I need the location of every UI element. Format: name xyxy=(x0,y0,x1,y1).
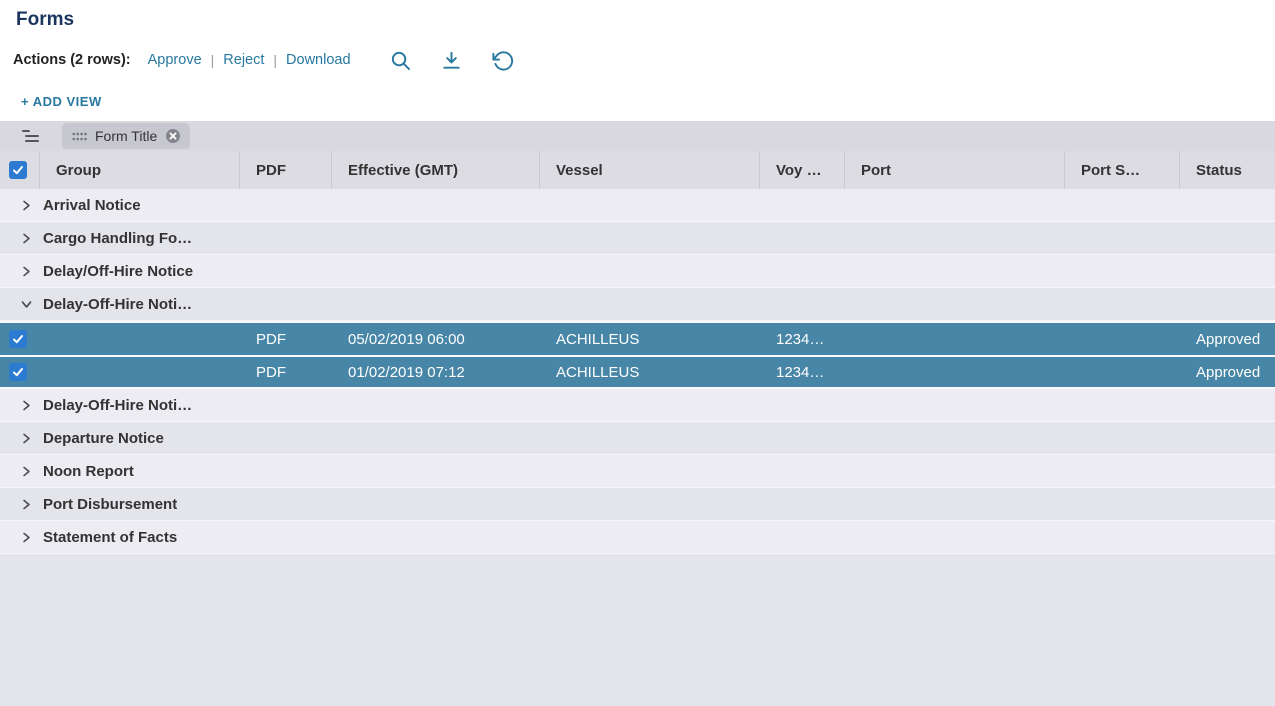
status-cell: Approved xyxy=(1180,357,1275,387)
group-row-label: Statement of Facts xyxy=(43,529,177,546)
group-row-label: Port Disbursement xyxy=(43,496,177,513)
group-row-label: Arrival Notice xyxy=(43,197,141,214)
separator: | xyxy=(273,52,277,68)
group-by-bar: Form Title xyxy=(0,121,1275,151)
col-group[interactable]: Group xyxy=(40,151,240,189)
grouping-icon[interactable] xyxy=(22,128,40,144)
form-row[interactable]: PDF 05/02/2019 06:00 ACHILLEUS 1234… App… xyxy=(0,321,1275,355)
voyage-cell: 1234… xyxy=(760,357,845,387)
vessel-cell: ACHILLEUS xyxy=(540,323,760,355)
group-row-port-disbursement[interactable]: Port Disbursement xyxy=(0,488,1275,521)
row-group-cell xyxy=(40,357,240,387)
group-row-delay-off-hire-noti-expanded[interactable]: Delay-Off-Hire Noti… xyxy=(0,288,1275,321)
effective-cell: 01/02/2019 07:12 xyxy=(332,357,540,387)
chevron-right-icon[interactable] xyxy=(18,397,34,413)
group-row-label: Departure Notice xyxy=(43,430,164,447)
form-row[interactable]: PDF 01/02/2019 07:12 ACHILLEUS 1234… App… xyxy=(0,355,1275,389)
group-row-cargo-handling[interactable]: Cargo Handling Fo… xyxy=(0,222,1275,255)
separator: | xyxy=(211,52,215,68)
table-header: Group PDF Effective (GMT) Vessel Voy … P… xyxy=(0,151,1275,189)
group-row-label: Delay-Off-Hire Noti… xyxy=(43,397,192,414)
chevron-right-icon[interactable] xyxy=(18,463,34,479)
group-row-label: Noon Report xyxy=(43,463,134,480)
download-button[interactable]: Download xyxy=(286,52,351,68)
status-cell: Approved xyxy=(1180,323,1275,355)
group-chip-form-title[interactable]: Form Title xyxy=(62,123,190,149)
chevron-right-icon[interactable] xyxy=(18,263,34,279)
col-port[interactable]: Port xyxy=(845,151,1065,189)
row-group-cell xyxy=(40,323,240,355)
col-voyage[interactable]: Voy … xyxy=(760,151,845,189)
group-row-departure-notice[interactable]: Departure Notice xyxy=(0,422,1275,455)
vessel-cell: ACHILLEUS xyxy=(540,357,760,387)
group-row-label: Delay/Off-Hire Notice xyxy=(43,263,193,280)
toolbar-icons xyxy=(389,48,515,72)
empty-area xyxy=(0,554,1275,706)
chip-remove-icon[interactable] xyxy=(165,128,181,144)
search-icon[interactable] xyxy=(389,48,413,72)
approve-button[interactable]: Approve xyxy=(148,52,202,68)
download-icon[interactable] xyxy=(440,48,464,72)
chevron-down-icon[interactable] xyxy=(18,296,34,312)
chevron-right-icon[interactable] xyxy=(18,430,34,446)
row-select-cell xyxy=(0,357,40,387)
drag-handle-icon[interactable] xyxy=(72,132,87,141)
group-row-statement-of-facts[interactable]: Statement of Facts xyxy=(0,521,1275,554)
actions-label: Actions (2 rows): xyxy=(13,52,131,68)
col-pdf[interactable]: PDF xyxy=(240,151,332,189)
group-row-label: Delay-Off-Hire Noti… xyxy=(43,296,192,313)
chevron-right-icon[interactable] xyxy=(18,529,34,545)
col-status[interactable]: Status xyxy=(1180,151,1275,189)
forms-page: Forms Actions (2 rows): Approve | Reject… xyxy=(0,0,1275,706)
voyage-cell: 1234… xyxy=(760,323,845,355)
add-view-button[interactable]: + ADD VIEW xyxy=(21,93,1275,111)
pdf-link[interactable]: PDF xyxy=(240,357,332,387)
port-status-cell xyxy=(1065,357,1180,387)
select-all-cell xyxy=(0,151,40,189)
page-title: Forms xyxy=(16,9,1275,31)
col-vessel[interactable]: Vessel xyxy=(540,151,760,189)
undo-icon[interactable] xyxy=(491,48,515,72)
select-all-checkbox[interactable] xyxy=(9,161,27,179)
chevron-right-icon[interactable] xyxy=(18,197,34,213)
group-row-noon-report[interactable]: Noon Report xyxy=(0,455,1275,488)
group-row-label: Cargo Handling Fo… xyxy=(43,230,192,247)
effective-cell: 05/02/2019 06:00 xyxy=(332,323,540,355)
chevron-right-icon[interactable] xyxy=(18,496,34,512)
group-chip-label: Form Title xyxy=(95,128,157,144)
pdf-link[interactable]: PDF xyxy=(240,323,332,355)
row-checkbox[interactable] xyxy=(9,330,27,348)
group-row-arrival-notice[interactable]: Arrival Notice xyxy=(0,189,1275,222)
col-port-status[interactable]: Port S… xyxy=(1065,151,1180,189)
actions-bar: Actions (2 rows): Approve | Reject | Dow… xyxy=(13,47,1275,73)
group-row-delay-off-hire-notice[interactable]: Delay/Off-Hire Notice xyxy=(0,255,1275,288)
row-checkbox[interactable] xyxy=(9,363,27,381)
chevron-right-icon[interactable] xyxy=(18,230,34,246)
row-select-cell xyxy=(0,323,40,355)
port-cell xyxy=(845,323,1065,355)
port-cell xyxy=(845,357,1065,387)
group-row-delay-off-hire-noti[interactable]: Delay-Off-Hire Noti… xyxy=(0,389,1275,422)
reject-button[interactable]: Reject xyxy=(223,52,264,68)
port-status-cell xyxy=(1065,323,1180,355)
col-effective-gmt[interactable]: Effective (GMT) xyxy=(332,151,540,189)
